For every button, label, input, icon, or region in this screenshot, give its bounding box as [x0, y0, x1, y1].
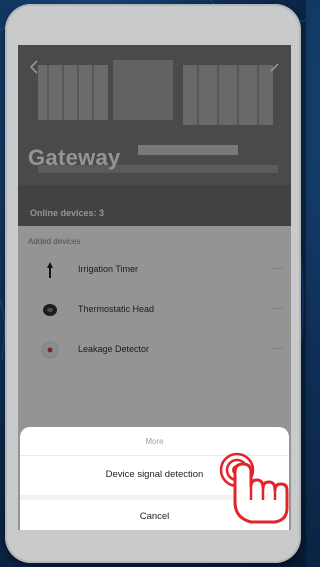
action-sheet-title: More	[145, 437, 164, 446]
tap-hand-icon	[219, 452, 289, 524]
